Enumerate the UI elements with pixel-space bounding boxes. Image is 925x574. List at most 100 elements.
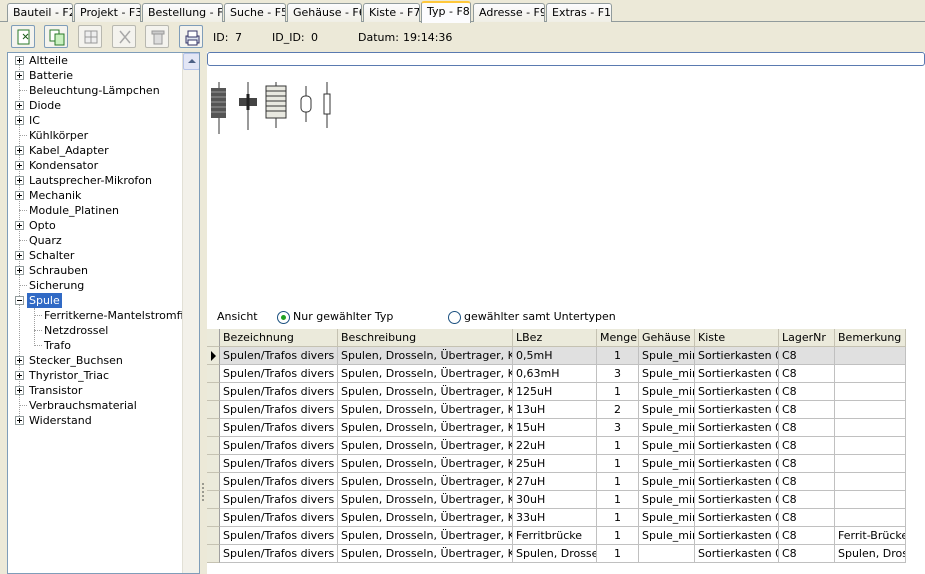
cell-gehaeuse[interactable]: Spule_mini <box>639 365 695 383</box>
tab-3[interactable]: Suche - F5 <box>224 3 286 22</box>
cell-beschreibung[interactable]: Spulen, Drosseln, Übertrager, Klein <box>338 455 513 473</box>
cell-bezeichnung[interactable]: Spulen/Trafos divers <box>220 509 338 527</box>
tab-2[interactable]: Bestellung - F4 <box>142 3 223 22</box>
cell-beschreibung[interactable]: Spulen, Drosseln, Übertrager, Klein <box>338 527 513 545</box>
cell-kiste[interactable]: Sortierkasten 01 <box>695 545 779 563</box>
tree-item[interactable]: Altteile <box>8 53 184 68</box>
cell-gehaeuse[interactable]: Spule_mini <box>639 419 695 437</box>
tree-item[interactable]: Trafo <box>8 338 184 353</box>
row-selector[interactable] <box>207 509 220 527</box>
current-row-indicator[interactable] <box>207 347 220 365</box>
cell-menge[interactable]: 1 <box>597 491 639 509</box>
cell-lagernr[interactable]: C8 <box>779 455 835 473</box>
tree-item[interactable]: Kondensator <box>8 158 184 173</box>
cell-kiste[interactable]: Sortierkasten 01 <box>695 347 779 365</box>
expand-icon[interactable] <box>15 56 24 65</box>
cell-kiste[interactable]: Sortierkasten 01 <box>695 419 779 437</box>
cell-gehaeuse[interactable]: Spule_mini <box>639 437 695 455</box>
radio-only-selected[interactable] <box>277 311 290 324</box>
cell-bemerkung[interactable]: Spulen, Dross <box>835 545 906 563</box>
cell-bemerkung[interactable] <box>835 473 906 491</box>
cell-menge[interactable]: 1 <box>597 347 639 365</box>
row-selector[interactable] <box>207 419 220 437</box>
cut-button[interactable] <box>112 25 136 48</box>
trash-button[interactable] <box>145 25 169 48</box>
cell-gehaeuse[interactable]: Spule_mini <box>639 473 695 491</box>
cell-bezeichnung[interactable]: Spulen/Trafos divers <box>220 383 338 401</box>
row-selector[interactable] <box>207 365 220 383</box>
tree-item[interactable]: Kabel_Adapter <box>8 143 184 158</box>
cell-kiste[interactable]: Sortierkasten 01 <box>695 509 779 527</box>
row-selector[interactable] <box>207 473 220 491</box>
cell-lagernr[interactable]: C8 <box>779 365 835 383</box>
column-header-bezeichnung[interactable]: Bezeichnung <box>220 329 338 347</box>
grid-button[interactable] <box>78 25 102 48</box>
tree-item[interactable]: Diode <box>8 98 184 113</box>
expand-icon[interactable] <box>15 71 24 80</box>
cell-gehaeuse[interactable] <box>639 545 695 563</box>
row-selector[interactable] <box>207 437 220 455</box>
cell-gehaeuse[interactable]: Spule_mini <box>639 401 695 419</box>
cell-beschreibung[interactable]: Spulen, Drosseln, Übertrager, Klein <box>338 491 513 509</box>
cell-menge[interactable]: 1 <box>597 473 639 491</box>
cell-lbez[interactable]: Ferritbrücke <box>513 527 597 545</box>
cell-bezeichnung[interactable]: Spulen/Trafos divers <box>220 545 338 563</box>
column-header-lagernr[interactable]: LagerNr <box>779 329 835 347</box>
expand-icon[interactable] <box>15 371 24 380</box>
expand-icon[interactable] <box>15 356 24 365</box>
cell-kiste[interactable]: Sortierkasten 01 <box>695 491 779 509</box>
row-selector[interactable] <box>207 455 220 473</box>
parts-grid[interactable]: Bezeichnung Beschreibung LBez Menge Gehäuse K… <box>207 329 925 574</box>
cell-bemerkung[interactable] <box>835 419 906 437</box>
tab-4[interactable]: Gehäuse - F6 <box>287 3 362 22</box>
tab-7[interactable]: Adresse - F9 <box>473 3 545 22</box>
tab-6[interactable]: Typ - F8 <box>421 1 471 23</box>
cell-kiste[interactable]: Sortierkasten 01 <box>695 437 779 455</box>
cell-beschreibung[interactable]: Spulen, Drosseln, Übertrager, Klein <box>338 473 513 491</box>
tree-item[interactable]: Lautsprecher-Mikrofon <box>8 173 184 188</box>
radio-with-subtypes-label[interactable]: gewählter samt Untertypen <box>464 310 616 323</box>
cell-lbez[interactable]: 0,5mH <box>513 347 597 365</box>
cell-menge[interactable]: 2 <box>597 401 639 419</box>
tree-item[interactable]: Opto <box>8 218 184 233</box>
cell-lagernr[interactable]: C8 <box>779 491 835 509</box>
cell-lagernr[interactable]: C8 <box>779 419 835 437</box>
row-selector[interactable] <box>207 491 220 509</box>
tree-item[interactable]: Widerstand <box>8 413 184 428</box>
cell-gehaeuse[interactable]: Spule_mini <box>639 527 695 545</box>
tree-item[interactable]: Kühlkörper <box>8 128 184 143</box>
expand-icon[interactable] <box>15 161 24 170</box>
cell-bezeichnung[interactable]: Spulen/Trafos divers <box>220 491 338 509</box>
tab-5[interactable]: Kiste - F7 <box>363 3 420 22</box>
expand-icon[interactable] <box>15 176 24 185</box>
cell-kiste[interactable]: Sortierkasten 01 <box>695 455 779 473</box>
cell-bezeichnung[interactable]: Spulen/Trafos divers <box>220 437 338 455</box>
cell-lbez[interactable]: 0,63mH <box>513 365 597 383</box>
tree-item[interactable]: Spule <box>8 293 184 308</box>
tree-item[interactable]: Transistor <box>8 383 184 398</box>
cell-bezeichnung[interactable]: Spulen/Trafos divers <box>220 527 338 545</box>
cell-lbez[interactable]: Spulen, Drosseln <box>513 545 597 563</box>
tab-0[interactable]: Bauteil - F2 <box>7 3 73 22</box>
cell-bemerkung[interactable] <box>835 437 906 455</box>
tree-item[interactable]: Sicherung <box>8 278 184 293</box>
cell-lbez[interactable]: 13uH <box>513 401 597 419</box>
cell-beschreibung[interactable]: Spulen, Drosseln, Übertrager, Klein <box>338 365 513 383</box>
cell-beschreibung[interactable]: Spulen, Drosseln, Übertrager, Klein <box>338 509 513 527</box>
cell-menge[interactable]: 3 <box>597 419 639 437</box>
cell-lbez[interactable]: 25uH <box>513 455 597 473</box>
cell-bezeichnung[interactable]: Spulen/Trafos divers <box>220 455 338 473</box>
cell-beschreibung[interactable]: Spulen, Drosseln, Übertrager, Klein <box>338 437 513 455</box>
cell-bemerkung[interactable] <box>835 401 906 419</box>
cell-gehaeuse[interactable]: Spule_mini <box>639 455 695 473</box>
cell-bezeichnung[interactable]: Spulen/Trafos divers <box>220 419 338 437</box>
row-selector[interactable] <box>207 545 220 563</box>
cell-lbez[interactable]: 30uH <box>513 491 597 509</box>
expand-icon[interactable] <box>15 251 24 260</box>
cell-kiste[interactable]: Sortierkasten 01 <box>695 365 779 383</box>
cell-menge[interactable]: 1 <box>597 527 639 545</box>
expand-icon[interactable] <box>15 191 24 200</box>
cell-lagernr[interactable]: C8 <box>779 545 835 563</box>
new-button[interactable] <box>11 25 35 48</box>
copy-button[interactable] <box>44 25 68 48</box>
